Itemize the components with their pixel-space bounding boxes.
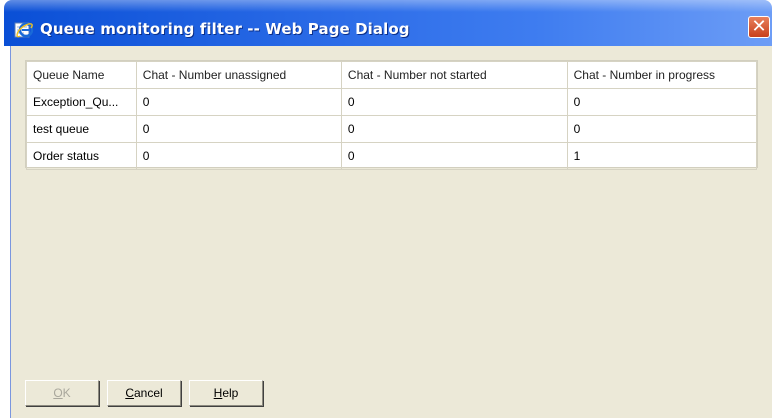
dialog-body: Queue Name Chat - Number unassigned Chat… bbox=[10, 46, 772, 418]
column-header-number-unassigned[interactable]: Chat - Number unassigned bbox=[135, 61, 342, 89]
close-icon[interactable]: ✕ bbox=[748, 16, 770, 38]
in-progress-cell: 0 bbox=[566, 88, 758, 116]
table-header-row: Queue Name Chat - Number unassigned Chat… bbox=[26, 61, 758, 89]
queue-table: Queue Name Chat - Number unassigned Chat… bbox=[26, 61, 758, 170]
dialog-window: Queue monitoring filter -- Web Page Dial… bbox=[0, 0, 772, 418]
cancel-button[interactable]: Cancel bbox=[107, 380, 181, 406]
column-header-number-not-started[interactable]: Chat - Number not started bbox=[340, 61, 568, 89]
queue-name-cell: Exception_Qu... bbox=[26, 88, 137, 116]
in-progress-cell: 1 bbox=[566, 142, 758, 170]
unassigned-cell: 0 bbox=[135, 142, 342, 170]
queue-name-cell: test queue bbox=[26, 115, 137, 143]
table-row[interactable]: Order status 0 0 1 bbox=[26, 142, 758, 170]
queue-table-panel: Queue Name Chat - Number unassigned Chat… bbox=[25, 60, 758, 170]
in-progress-cell: 0 bbox=[566, 115, 758, 143]
unassigned-cell: 0 bbox=[135, 115, 342, 143]
column-header-queue-name[interactable]: Queue Name bbox=[26, 61, 137, 89]
help-button[interactable]: Help bbox=[189, 380, 263, 406]
not-started-cell: 0 bbox=[340, 115, 568, 143]
ok-button[interactable]: OK bbox=[25, 380, 99, 406]
ok-label-rest: K bbox=[62, 386, 71, 400]
window-title: Queue monitoring filter -- Web Page Dial… bbox=[40, 20, 410, 38]
not-started-cell: 0 bbox=[340, 88, 568, 116]
internet-explorer-icon bbox=[14, 20, 34, 40]
help-label-rest: elp bbox=[222, 386, 239, 400]
not-started-cell: 0 bbox=[340, 142, 568, 170]
title-bar[interactable]: Queue monitoring filter -- Web Page Dial… bbox=[4, 0, 772, 46]
cancel-label-rest: ancel bbox=[133, 386, 163, 400]
queue-name-cell: Order status bbox=[26, 142, 137, 170]
table-row[interactable]: Exception_Qu... 0 0 0 bbox=[26, 88, 758, 116]
unassigned-cell: 0 bbox=[135, 88, 342, 116]
column-header-number-in-progress[interactable]: Chat - Number in progress bbox=[566, 61, 758, 89]
table-row[interactable]: test queue 0 0 0 bbox=[26, 115, 758, 143]
ok-mnemonic: O bbox=[53, 386, 63, 400]
cancel-mnemonic: C bbox=[125, 386, 134, 400]
